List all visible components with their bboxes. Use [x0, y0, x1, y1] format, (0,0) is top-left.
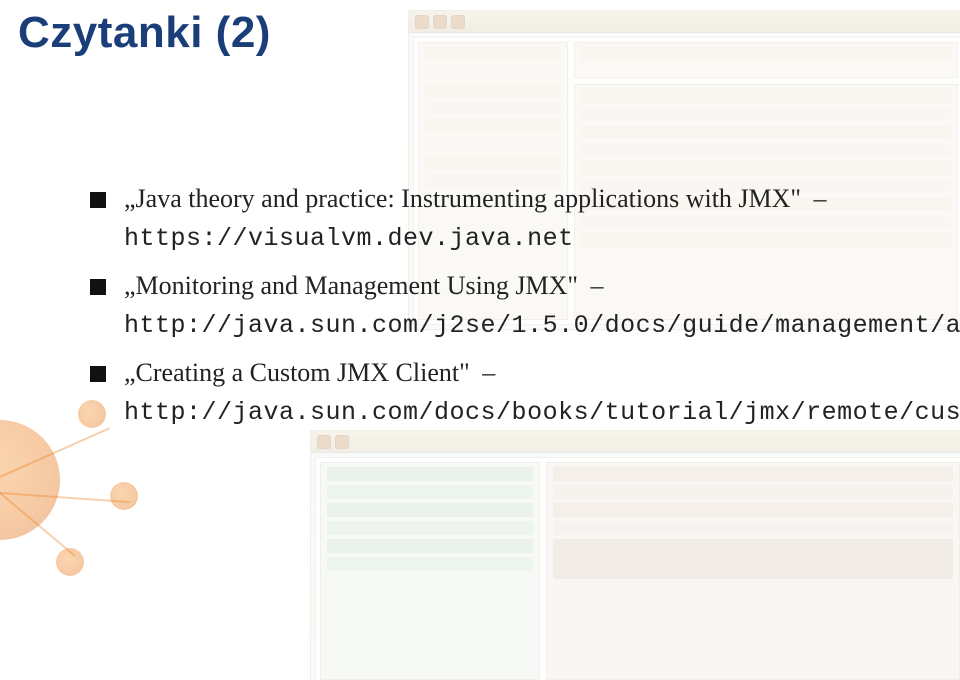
bullet-url[interactable]: https://visualvm.dev.java.net: [124, 224, 574, 253]
bullet-label: „Java theory and practice: Instrumenting…: [124, 184, 801, 213]
title-band: Czytanki (2): [0, 0, 960, 100]
bullet-dash: –: [814, 184, 827, 213]
bullet-url[interactable]: http://java.sun.com/j2se/1.5.0/docs/guid…: [124, 311, 960, 340]
bullet-list: „Java theory and practice: Instrumenting…: [90, 180, 900, 431]
bullet-dash: –: [482, 358, 495, 387]
bullet-item: „Creating a Custom JMX Client" – http://…: [90, 354, 900, 431]
bullet-label: „Creating a Custom JMX Client": [124, 358, 470, 387]
bullet-dash: –: [591, 271, 604, 300]
bullet-item: „Java theory and practice: Instrumenting…: [90, 180, 900, 257]
slide: Czytanki (2) „Java theory and practice: …: [0, 0, 960, 680]
bullet-item: „Monitoring and Management Using JMX" – …: [90, 267, 900, 344]
page-title: Czytanki (2): [18, 8, 271, 58]
slide-body: „Java theory and practice: Instrumenting…: [0, 100, 960, 431]
bullet-url[interactable]: http://java.sun.com/docs/books/tutorial/…: [124, 398, 960, 427]
bullet-label: „Monitoring and Management Using JMX": [124, 271, 578, 300]
